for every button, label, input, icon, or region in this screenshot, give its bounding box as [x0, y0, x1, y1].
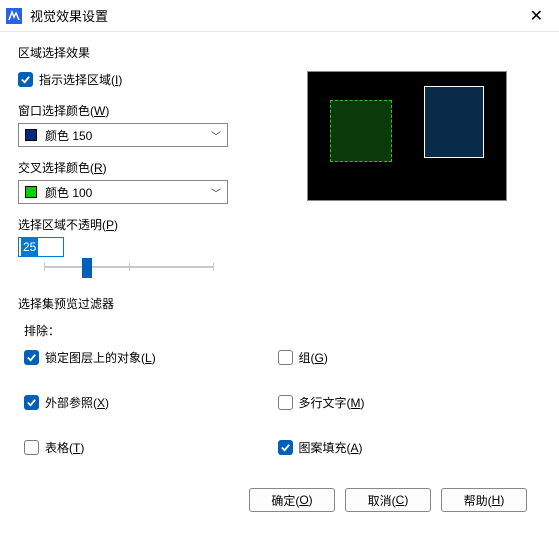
ok-button[interactable]: 确定(O) [249, 488, 335, 512]
xref-label: 外部参照(X) [45, 394, 109, 411]
indicate-label-pre: 指示选择区域( [39, 73, 115, 87]
opacity-input[interactable]: 25 [18, 237, 64, 257]
opacity-slider[interactable] [44, 257, 214, 277]
cross-color-swatch [25, 186, 37, 198]
window-color-label: 窗口选择颜色(W) [18, 102, 263, 119]
hatch-label: 图案填充(A) [299, 439, 363, 456]
opacity-row: 选择区域不透明(P) 25 [18, 216, 263, 277]
window-color-select[interactable]: 颜色 150 ﹀ [18, 123, 228, 147]
selection-preview [307, 71, 507, 201]
mtext-row: 多行文字(M) [278, 394, 532, 411]
cancel-button[interactable]: 取消(C) [345, 488, 431, 512]
window-title: 视觉效果设置 [30, 6, 522, 25]
slider-tick [44, 263, 45, 271]
indicate-label: 指示选择区域(I) [39, 71, 122, 88]
ccolor-key: R [94, 161, 103, 175]
app-icon [6, 8, 22, 24]
hatch-row: 图案填充(A) [278, 439, 532, 456]
opacity-label: 选择区域不透明(P) [18, 216, 263, 233]
help-button[interactable]: 帮助(H) [441, 488, 527, 512]
group-checkbox[interactable] [278, 350, 293, 365]
opacity-value: 25 [21, 238, 38, 256]
indicate-label-post: ) [118, 73, 122, 87]
section-filter-title: 选择集预览过滤器 [18, 295, 541, 312]
wcolor-pre: 窗口选择颜色( [18, 104, 94, 118]
opacity-key: P [106, 218, 114, 232]
cross-color-row: 交叉选择颜色(R) 颜色 100 ﹀ [18, 159, 263, 204]
table-label: 表格(T) [45, 439, 84, 456]
ccolor-post: ) [103, 161, 107, 175]
window-color-swatch [25, 129, 37, 141]
locked-label: 锁定图层上的对象(L) [45, 349, 156, 366]
slider-thumb[interactable] [82, 258, 92, 278]
cross-color-text: 颜色 100 [45, 184, 211, 201]
opacity-controls: 25 [18, 237, 263, 277]
table-checkbox[interactable] [24, 440, 39, 455]
opacity-pre: 选择区域不透明( [18, 218, 106, 232]
xref-row: 外部参照(X) [24, 394, 278, 411]
chevron-down-icon: ﹀ [211, 128, 221, 143]
locked-checkbox[interactable] [24, 350, 39, 365]
hatch-checkbox[interactable] [278, 440, 293, 455]
chevron-down-icon: ﹀ [211, 185, 221, 200]
locked-row: 锁定图层上的对象(L) [24, 349, 278, 366]
region-preview-col [273, 71, 541, 277]
group-label: 组(G) [299, 349, 328, 366]
mtext-label: 多行文字(M) [299, 394, 365, 411]
filter-grid: 锁定图层上的对象(L) 组(G) 外部参照(X) 多行文字(M) 表格(T) 图… [18, 349, 541, 470]
wcolor-post: ) [105, 104, 109, 118]
titlebar: 视觉效果设置 ✕ [0, 0, 559, 32]
cross-color-label: 交叉选择颜色(R) [18, 159, 263, 176]
group-row: 组(G) [278, 349, 532, 366]
window-color-row: 窗口选择颜色(W) 颜色 150 ﹀ [18, 102, 263, 147]
mtext-checkbox[interactable] [278, 395, 293, 410]
slider-tick [213, 263, 214, 271]
region-left-col: 指示选择区域(I) 窗口选择颜色(W) 颜色 150 ﹀ 交叉选择颜色(R) [18, 71, 263, 277]
xref-checkbox[interactable] [24, 395, 39, 410]
window-color-text: 颜色 150 [45, 127, 211, 144]
opacity-post: ) [114, 218, 118, 232]
button-bar: 确定(O) 取消(C) 帮助(H) [18, 480, 541, 512]
slider-tick [129, 263, 130, 271]
indicate-checkbox[interactable] [18, 72, 33, 87]
preview-cross-rect [330, 100, 392, 162]
dialog-content: 区域选择效果 指示选择区域(I) 窗口选择颜色(W) 颜色 150 ﹀ [0, 32, 559, 522]
preview-window-rect [424, 86, 484, 158]
region-section: 指示选择区域(I) 窗口选择颜色(W) 颜色 150 ﹀ 交叉选择颜色(R) [18, 71, 541, 277]
cross-color-select[interactable]: 颜色 100 ﹀ [18, 180, 228, 204]
table-row: 表格(T) [24, 439, 278, 456]
close-icon[interactable]: ✕ [522, 2, 551, 30]
ccolor-pre: 交叉选择颜色( [18, 161, 94, 175]
indicate-row: 指示选择区域(I) [18, 71, 263, 88]
exclude-label: 排除： [24, 322, 541, 339]
wcolor-key: W [94, 104, 105, 118]
section-region-title: 区域选择效果 [18, 44, 541, 61]
